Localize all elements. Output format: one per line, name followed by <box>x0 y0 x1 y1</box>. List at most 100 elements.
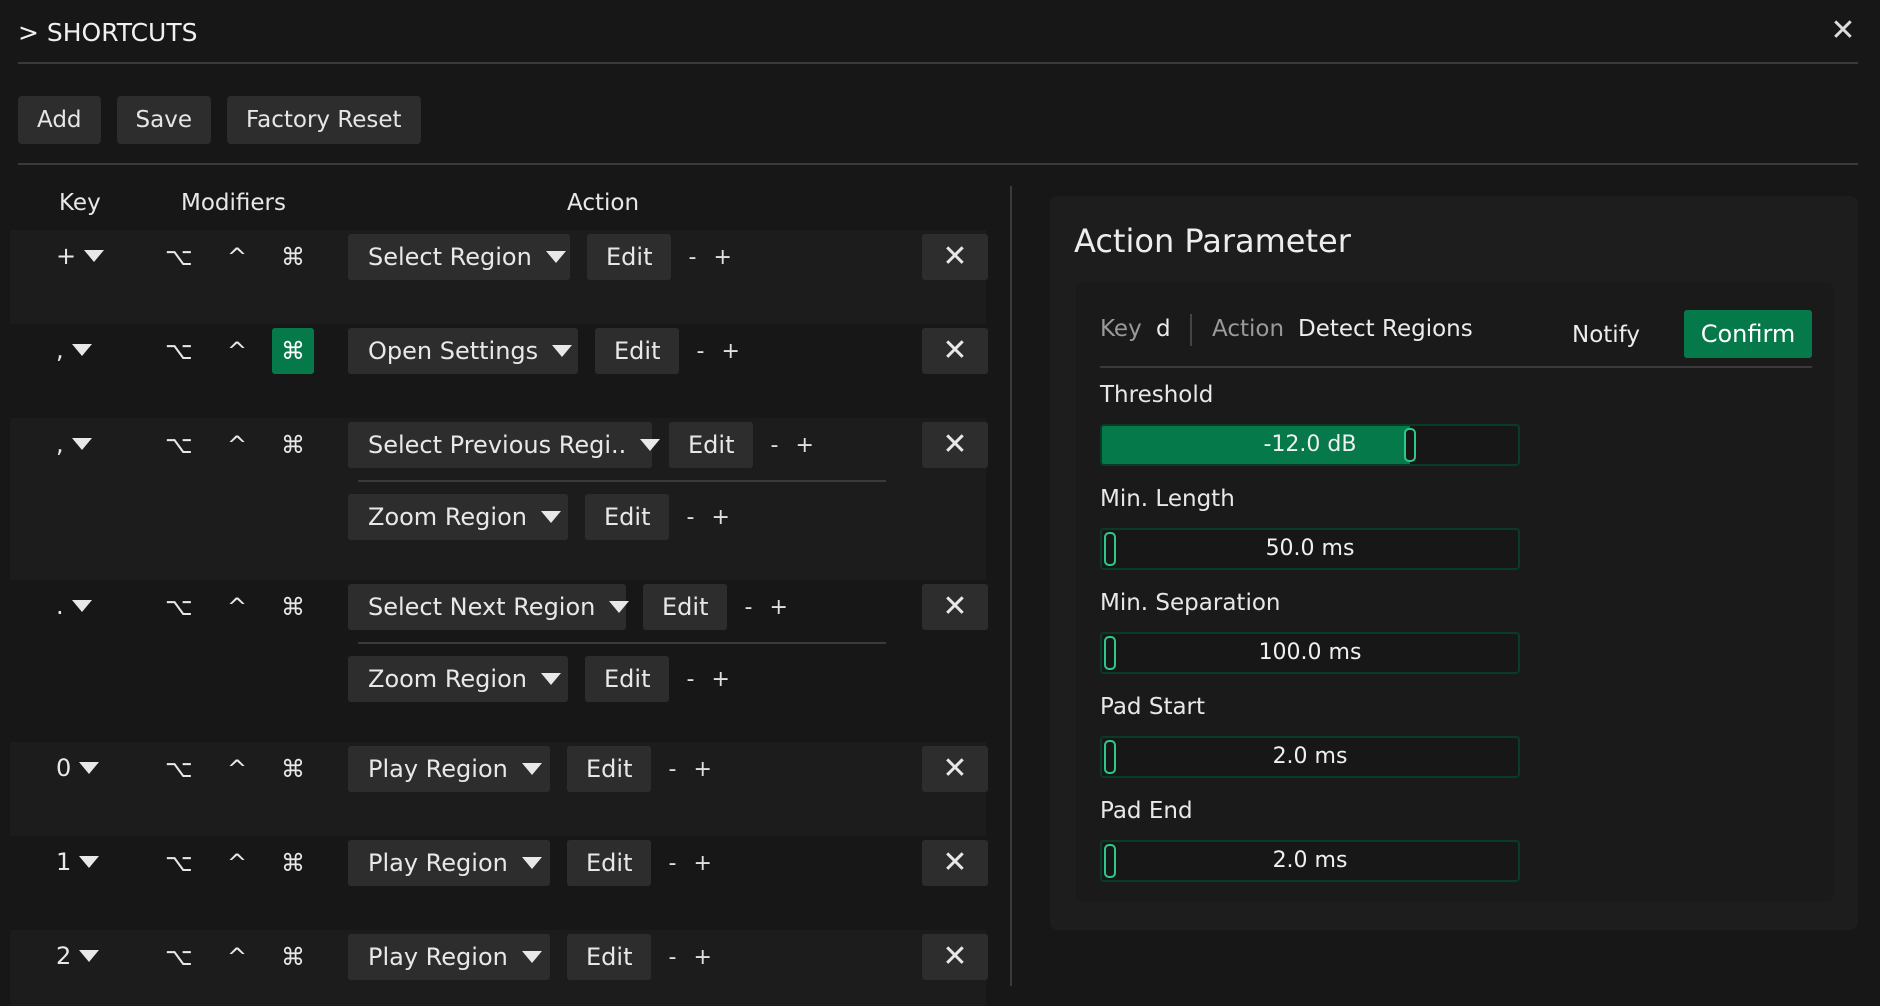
remove-action-button[interactable]: - <box>770 433 778 458</box>
key-dropdown[interactable]: , <box>56 430 92 458</box>
delete-shortcut-button[interactable]: ✕ <box>922 328 988 374</box>
control-modifier-toggle[interactable]: ^ <box>216 840 258 886</box>
edit-button[interactable]: Edit <box>567 840 652 886</box>
edit-button[interactable]: Edit <box>567 934 652 980</box>
key-dropdown[interactable]: 0 <box>56 754 100 782</box>
control-modifier-toggle[interactable]: ^ <box>216 328 258 374</box>
title-bar: > SHORTCUTS ✕ <box>18 0 1858 64</box>
chevron-down-icon <box>609 601 630 613</box>
option-modifier-toggle[interactable]: ⌥ <box>158 584 200 630</box>
action-entry: Play Region Edit - + <box>348 840 712 886</box>
chevron-down-icon <box>521 763 542 775</box>
action-label: Action <box>1212 316 1285 342</box>
add-action-button[interactable]: + <box>795 433 813 458</box>
control-modifier-toggle[interactable]: ^ <box>216 584 258 630</box>
action-divider <box>358 480 886 482</box>
edit-button[interactable]: Edit <box>585 494 670 540</box>
remove-action-button[interactable]: - <box>686 667 694 692</box>
remove-action-button[interactable]: - <box>668 757 676 782</box>
parameter-slider[interactable]: -12.0 dB <box>1100 424 1520 466</box>
remove-action-button[interactable]: - <box>744 595 752 620</box>
control-modifier-toggle[interactable]: ^ <box>216 422 258 468</box>
factory-reset-button[interactable]: Factory Reset <box>227 96 421 144</box>
command-modifier-toggle[interactable]: ⌘ <box>272 422 314 468</box>
save-button[interactable]: Save <box>116 96 211 144</box>
command-modifier-toggle[interactable]: ⌘ <box>272 584 314 630</box>
add-action-button[interactable]: + <box>721 339 739 364</box>
edit-button[interactable]: Edit <box>643 584 728 630</box>
remove-action-button[interactable]: - <box>688 245 696 270</box>
control-modifier-toggle[interactable]: ^ <box>216 234 258 280</box>
key-dropdown[interactable]: . <box>56 592 92 620</box>
action-dropdown[interactable]: Play Region <box>348 934 550 980</box>
key-dropdown[interactable]: + <box>56 242 105 270</box>
control-modifier-toggle[interactable]: ^ <box>216 934 258 980</box>
remove-action-button[interactable]: - <box>686 505 694 530</box>
add-button[interactable]: Add <box>18 96 101 144</box>
option-modifier-toggle[interactable]: ⌥ <box>158 934 200 980</box>
parameter-slider[interactable]: 100.0 ms <box>1100 632 1520 674</box>
action-dropdown[interactable]: Select Previous Regi.. <box>348 422 661 468</box>
confirm-button[interactable]: Confirm <box>1684 310 1812 358</box>
add-action-button[interactable]: + <box>693 851 711 876</box>
edit-button[interactable]: Edit <box>595 328 680 374</box>
remove-action-button[interactable]: - <box>696 339 704 364</box>
delete-shortcut-button[interactable]: ✕ <box>922 422 988 468</box>
option-modifier-toggle[interactable]: ⌥ <box>158 840 200 886</box>
action-dropdown[interactable]: Select Region <box>348 234 570 280</box>
add-action-button[interactable]: + <box>711 505 729 530</box>
edit-button[interactable]: Edit <box>567 746 652 792</box>
remove-action-button[interactable]: - <box>668 945 676 970</box>
action-dropdown[interactable]: Zoom Region <box>348 494 568 540</box>
add-action-button[interactable]: + <box>713 245 731 270</box>
parameter-slider[interactable]: 2.0 ms <box>1100 736 1520 778</box>
command-modifier-toggle[interactable]: ⌘ <box>272 934 314 980</box>
option-modifier-toggle[interactable]: ⌥ <box>158 328 200 374</box>
remove-action-button[interactable]: - <box>668 851 676 876</box>
slider-value: 50.0 ms <box>1265 536 1355 561</box>
add-action-button[interactable]: + <box>769 595 787 620</box>
action-dropdown[interactable]: Play Region <box>348 840 550 886</box>
parameter-slider[interactable]: 2.0 ms <box>1100 840 1520 882</box>
add-action-button[interactable]: + <box>711 667 729 692</box>
option-modifier-toggle[interactable]: ⌥ <box>158 746 200 792</box>
action-dropdown[interactable]: Select Next Region <box>348 584 630 630</box>
delete-shortcut-button[interactable]: ✕ <box>922 234 988 280</box>
command-modifier-toggle[interactable]: ⌘ <box>272 328 314 374</box>
option-modifier-toggle[interactable]: ⌥ <box>158 234 200 280</box>
delete-shortcut-button[interactable]: ✕ <box>922 840 988 886</box>
delete-shortcut-button[interactable]: ✕ <box>922 584 988 630</box>
delete-shortcut-button[interactable]: ✕ <box>922 746 988 792</box>
action-parameter-panel: Action Parameter Key d Action Detect Reg… <box>1050 196 1858 930</box>
action-name: Select Previous Regi.. <box>368 431 627 459</box>
panel-divider <box>1010 186 1012 986</box>
key-dropdown[interactable]: , <box>56 336 92 364</box>
parameter-slider[interactable]: 50.0 ms <box>1100 528 1520 570</box>
action-info-bar: Key d Action Detect Regions Notify Confi… <box>1100 304 1812 368</box>
edit-button[interactable]: Edit <box>669 422 754 468</box>
action-entry: Select Region Edit - + <box>348 234 732 280</box>
command-modifier-toggle[interactable]: ⌘ <box>272 840 314 886</box>
parameter-label: Min. Separation <box>1100 590 1281 616</box>
toolbar: Add Save Factory Reset <box>18 96 421 144</box>
chevron-down-icon <box>540 511 561 523</box>
edit-button[interactable]: Edit <box>585 656 670 702</box>
command-modifier-toggle[interactable]: ⌘ <box>272 234 314 280</box>
notify-toggle[interactable]: Notify <box>1572 322 1640 348</box>
key-dropdown[interactable]: 1 <box>56 848 100 876</box>
close-icon[interactable]: ✕ <box>1828 16 1858 46</box>
parameter-label: Min. Length <box>1100 486 1235 512</box>
action-value: Detect Regions <box>1298 316 1473 342</box>
key-dropdown[interactable]: 2 <box>56 942 100 970</box>
chevron-down-icon <box>79 950 100 962</box>
delete-shortcut-button[interactable]: ✕ <box>922 934 988 980</box>
add-action-button[interactable]: + <box>693 757 711 782</box>
control-modifier-toggle[interactable]: ^ <box>216 746 258 792</box>
action-dropdown[interactable]: Play Region <box>348 746 550 792</box>
command-modifier-toggle[interactable]: ⌘ <box>272 746 314 792</box>
option-modifier-toggle[interactable]: ⌥ <box>158 422 200 468</box>
action-dropdown[interactable]: Open Settings <box>348 328 578 374</box>
add-action-button[interactable]: + <box>693 945 711 970</box>
action-dropdown[interactable]: Zoom Region <box>348 656 568 702</box>
edit-button[interactable]: Edit <box>587 234 672 280</box>
